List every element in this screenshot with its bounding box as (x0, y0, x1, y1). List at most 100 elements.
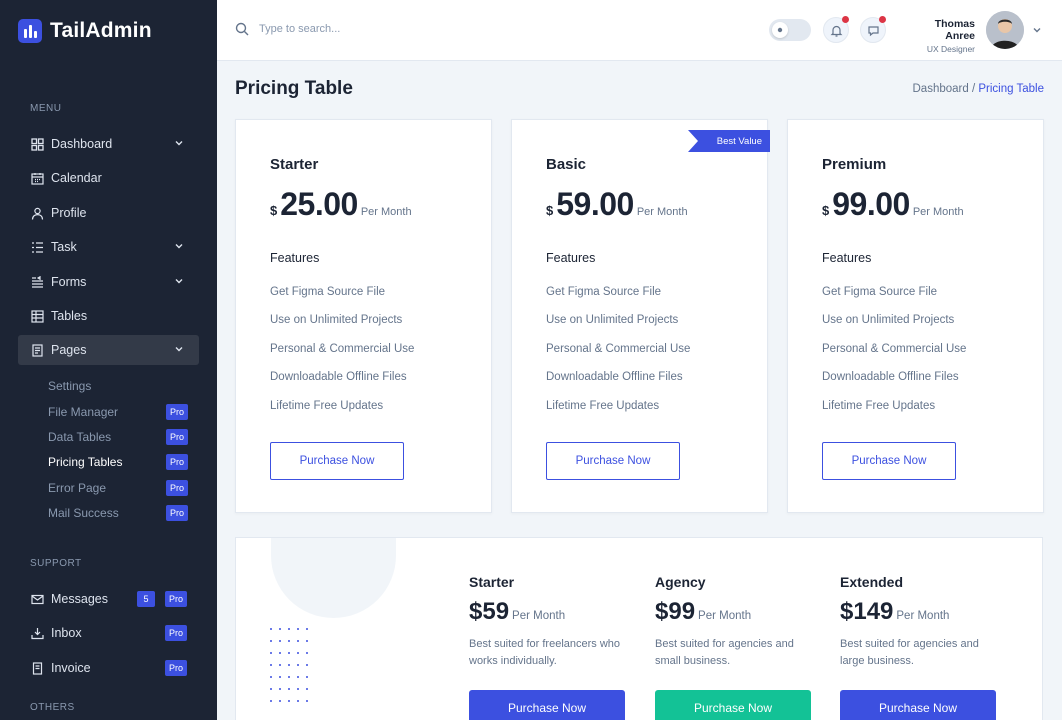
extended-purchase-button[interactable]: Purchase Now (840, 690, 996, 720)
list-icon (30, 240, 44, 254)
starter-purchase-button[interactable]: Purchase Now (469, 690, 625, 720)
sidebar-item-label: Messages (51, 592, 108, 606)
pro-badge: Pro (165, 429, 188, 445)
sidebar-item-messages[interactable]: Messages 5 Pro (18, 584, 199, 614)
sidebar-item-calendar[interactable]: Calendar (18, 163, 199, 193)
currency-symbol: $ (546, 203, 554, 218)
sidebar-subitem-file-manager[interactable]: File Manager Pro (48, 402, 188, 422)
breadcrumb-dashboard[interactable]: Dashboard / (913, 83, 976, 95)
plan-price: $ 25.00 Per Month (270, 186, 412, 223)
price-amount: 59.00 (556, 186, 634, 222)
sidebar-item-invoice[interactable]: Invoice Pro (18, 653, 199, 683)
sidebar-item-label: Tables (51, 309, 88, 323)
search-icon[interactable] (235, 22, 249, 36)
agency-purchase-button[interactable]: Purchase Now (655, 690, 811, 720)
notification-button[interactable] (823, 16, 849, 43)
messages-button[interactable] (860, 16, 886, 43)
price-period: Per Month (360, 206, 412, 218)
tier-period: Per Month (698, 610, 752, 622)
tier-description: Best suited for freelancers who works in… (469, 638, 621, 667)
sidebar-item-pages[interactable]: Pages (18, 335, 199, 365)
sidebar-item-label: Forms (51, 275, 87, 289)
feature-item: Get Figma Source File (546, 286, 662, 298)
tier-name: Starter (469, 574, 515, 590)
tier-starter: Starter $59 Per Month Best suited for fr… (469, 574, 629, 670)
price-amount: 99.00 (832, 186, 910, 222)
sidebar-item-dashboard[interactable]: Dashboard (18, 129, 199, 159)
currency-symbol: $ (822, 203, 830, 218)
tier-name: Agency (655, 574, 706, 590)
plan-price: $ 99.00 Per Month (822, 186, 964, 223)
plan-name: Basic (546, 156, 587, 173)
price-period: Per Month (912, 206, 964, 218)
sidebar-subitem-settings[interactable]: Settings (48, 376, 188, 396)
sidebar-item-task[interactable]: Task (18, 232, 199, 262)
sidebar-subitem-pricing-tables[interactable]: Pricing Tables Pro (48, 452, 188, 472)
sidebar-subitem-mail-success[interactable]: Mail Success Pro (48, 503, 188, 523)
chat-icon (867, 25, 879, 36)
breadcrumb: Dashboard / Pricing Table (913, 83, 1045, 95)
feature-item: Use on Unlimited Projects (822, 314, 955, 326)
purchase-now-button[interactable]: Purchase Now (270, 442, 404, 480)
sidebar-item-tables[interactable]: Tables (18, 301, 199, 331)
sidebar-item-forms[interactable]: Forms (18, 267, 199, 297)
purchase-now-button[interactable]: Purchase Now (822, 442, 956, 480)
feature-item: Get Figma Source File (270, 286, 386, 298)
search-bar (235, 22, 459, 36)
plan-price: $ 59.00 Per Month (546, 186, 688, 223)
grid-icon (30, 137, 44, 151)
chevron-down-icon (175, 141, 183, 146)
feature-item: Use on Unlimited Projects (270, 314, 403, 326)
subitem-label: File Manager (48, 405, 119, 419)
page-icon (30, 343, 44, 357)
others-group-label: OTHERS (30, 702, 75, 713)
subitem-label: Settings (48, 379, 92, 393)
breadcrumb-current: Pricing Table (978, 83, 1044, 95)
message-count-badge: 5 (137, 591, 155, 607)
features-heading: Features (270, 251, 320, 265)
tier-period: Per Month (896, 610, 950, 622)
currency-symbol: $ (270, 203, 278, 218)
feature-item: Downloadable Offline Files (822, 371, 959, 383)
purchase-now-button[interactable]: Purchase Now (546, 442, 680, 480)
chevron-down-icon (175, 347, 183, 352)
pricing-card-basic: Best Value Basic $ 59.00 Per Month Featu… (511, 119, 770, 513)
pricing-band: Starter $59 Per Month Best suited for fr… (235, 537, 1043, 720)
sidebar-item-label: Inbox (51, 626, 82, 640)
sidebar-item-profile[interactable]: Profile (18, 198, 199, 228)
inbox-icon (30, 626, 44, 640)
search-input[interactable] (259, 23, 459, 35)
notification-dot (842, 16, 849, 23)
chevron-down-icon (175, 244, 183, 249)
chevron-down-icon[interactable] (1031, 24, 1043, 36)
dark-mode-toggle[interactable] (769, 19, 811, 41)
sidebar-item-label: Invoice (51, 661, 91, 675)
pro-badge: Pro (165, 454, 188, 470)
bell-icon (830, 25, 842, 37)
user-info[interactable]: Thomas Anree UX Designer (907, 18, 975, 54)
calendar-icon (30, 171, 44, 185)
pro-badge: Pro (164, 591, 187, 607)
sidebar-subitem-error-page[interactable]: Error Page Pro (48, 478, 188, 498)
plan-name: Premium (822, 156, 887, 173)
logo[interactable]: TailAdmin (0, 0, 217, 62)
sidebar-item-label: Profile (51, 206, 87, 220)
user-name: Thomas Anree (934, 18, 975, 42)
feature-item: Personal & Commercial Use (546, 343, 691, 355)
features-heading: Features (822, 251, 872, 265)
tier-price: $99 Per Month (655, 598, 815, 626)
tier-amount: $149 (840, 598, 894, 625)
pricing-card-premium: Premium $ 99.00 Per Month Features Get F… (787, 119, 1044, 513)
pro-badge: Pro (164, 625, 187, 641)
sidebar-subitem-data-tables[interactable]: Data Tables Pro (48, 427, 188, 447)
tier-description: Best suited for agencies and large busin… (840, 638, 979, 667)
sun-icon (772, 22, 788, 38)
pricing-card-starter: Starter $ 25.00 Per Month Features Get F… (235, 119, 492, 513)
feature-item: Personal & Commercial Use (270, 343, 415, 355)
plan-name: Starter (270, 156, 319, 173)
tier-name: Extended (840, 574, 904, 590)
subitem-label: Error Page (48, 481, 107, 495)
avatar[interactable] (986, 11, 1024, 49)
sidebar-item-label: Pages (51, 343, 87, 357)
sidebar-item-inbox[interactable]: Inbox Pro (18, 618, 199, 648)
